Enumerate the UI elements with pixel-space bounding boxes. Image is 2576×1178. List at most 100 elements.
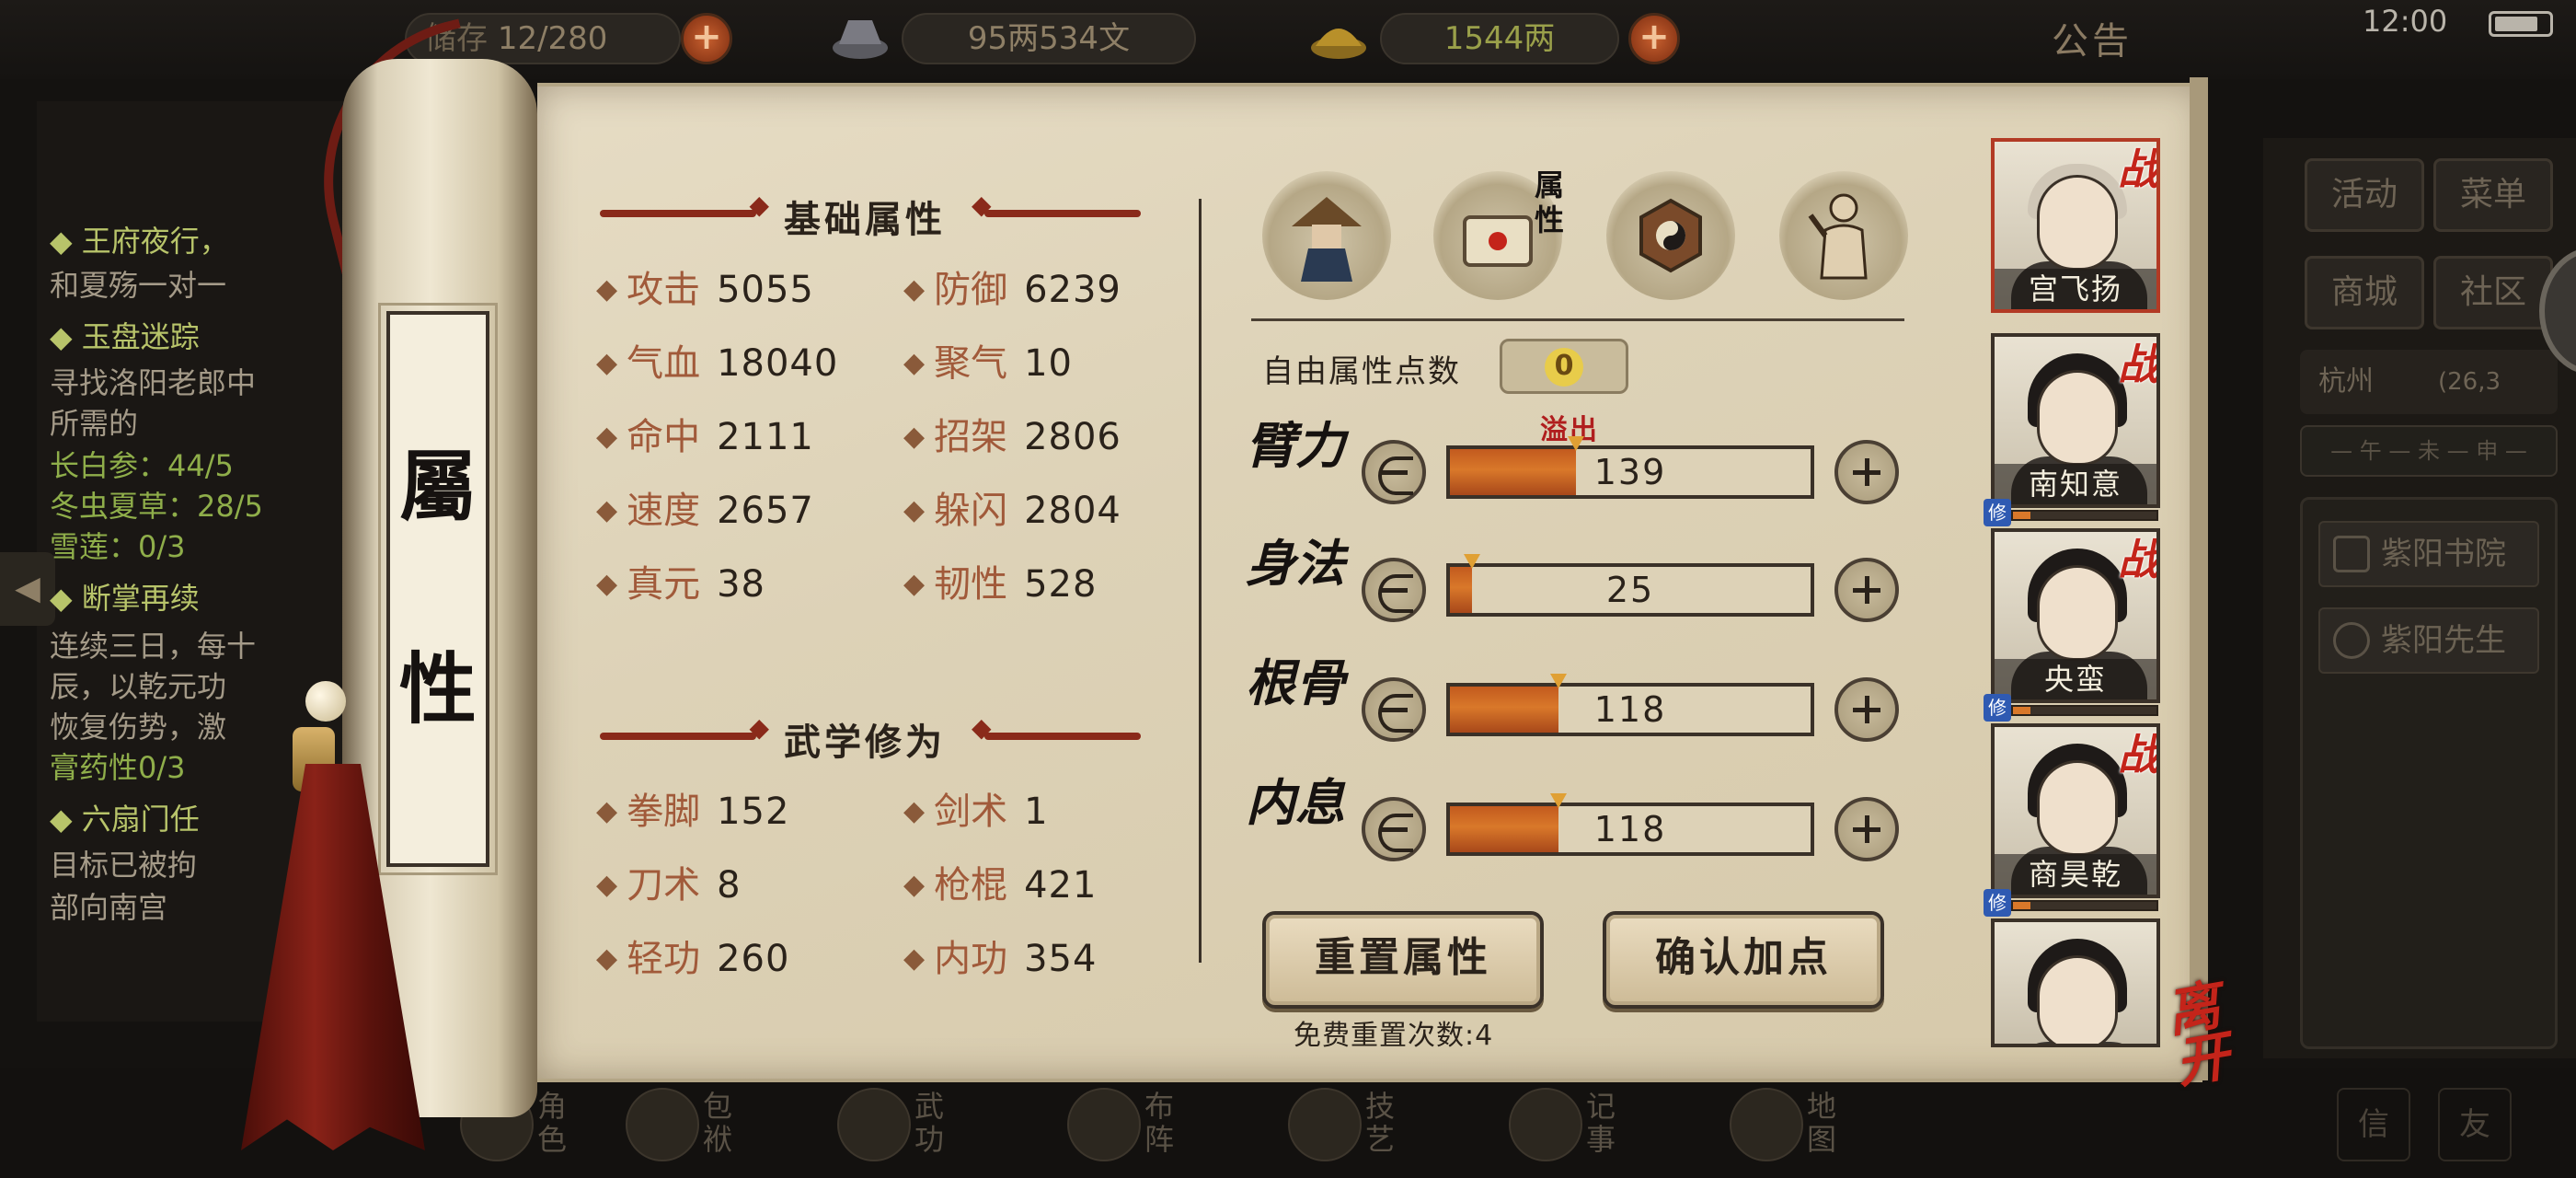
scroll-title-label: 屬 性 bbox=[378, 303, 498, 875]
tab-attribute-label: 属性 bbox=[1535, 167, 1565, 237]
diamond-bullet-icon: ◆ bbox=[903, 273, 926, 306]
time-compass: — 午 — 未 — 申 — bbox=[2300, 425, 2558, 477]
stat-name: 拳脚 bbox=[627, 791, 701, 833]
stat-item: ◆ 攻击 5055 bbox=[596, 267, 814, 313]
stat-item: ◆ 枪棍 421 bbox=[903, 862, 1097, 908]
increase-button[interactable] bbox=[1834, 677, 1899, 742]
decrease-button[interactable] bbox=[1362, 558, 1426, 622]
map-item-master[interactable]: 紫阳先生 bbox=[2318, 607, 2539, 674]
stat-value: 5055 bbox=[717, 269, 814, 311]
quest-title[interactable]: ◆ 断掌再续 bbox=[50, 580, 200, 617]
community-button[interactable]: 社区 bbox=[2433, 256, 2553, 329]
clock: 12:00 bbox=[2363, 4, 2448, 39]
nav-item[interactable]: 包袱 bbox=[626, 1084, 745, 1167]
nav-item[interactable]: 技艺 bbox=[1288, 1084, 1408, 1167]
diamond-bullet-icon: ◆ bbox=[903, 795, 926, 827]
stat-name: 速度 bbox=[627, 490, 701, 532]
nav-item[interactable]: 武功 bbox=[837, 1084, 957, 1167]
attribute-label: 内息 bbox=[1246, 773, 1345, 832]
decrease-button[interactable] bbox=[1362, 677, 1426, 742]
menu-button[interactable]: 菜单 bbox=[2433, 158, 2553, 232]
attribute-value: 118 bbox=[1593, 809, 1667, 849]
header-ornament-right bbox=[972, 712, 1141, 743]
decrease-button[interactable] bbox=[1362, 440, 1426, 504]
cultivate-tag: 修 bbox=[1984, 694, 2011, 722]
battle-tag: 战 bbox=[2118, 340, 2160, 389]
quest-title[interactable]: ◆ 六扇门任 bbox=[50, 801, 200, 837]
meridian-figure-icon[interactable] bbox=[1779, 171, 1908, 300]
battery-icon bbox=[2489, 11, 2553, 37]
quest-text: 冬虫夏草：28/5 bbox=[50, 489, 263, 524]
stat-name: 真元 bbox=[627, 563, 701, 606]
party-member-card[interactable] bbox=[1991, 918, 2160, 1047]
attribute-bar: 118 bbox=[1446, 674, 1814, 736]
increase-button[interactable] bbox=[1834, 797, 1899, 861]
portrait-face bbox=[2037, 565, 2118, 661]
add-storage-button[interactable]: + bbox=[681, 13, 732, 64]
attribute-value: 25 bbox=[1605, 570, 1655, 610]
formation-nav-icon bbox=[1067, 1088, 1141, 1161]
diamond-bullet-icon: ◆ bbox=[596, 795, 618, 827]
quest-text: 部向南宫 bbox=[50, 890, 168, 925]
stat-value: 421 bbox=[1024, 864, 1098, 907]
diamond-bullet-icon: ◆ bbox=[903, 869, 926, 901]
diamond-bullet-icon: ◆ bbox=[596, 494, 618, 526]
reset-attributes-button[interactable]: 重置属性 bbox=[1262, 911, 1544, 1009]
activity-button[interactable]: 活动 bbox=[2305, 158, 2424, 232]
stat-value: 2806 bbox=[1024, 416, 1121, 458]
quest-title[interactable]: ◆ 玉盘迷踪 bbox=[50, 318, 200, 355]
portrait-face bbox=[2037, 955, 2118, 1044]
portrait-face bbox=[2037, 760, 2118, 856]
diamond-bullet-icon: ◆ bbox=[903, 421, 926, 453]
stat-value: 38 bbox=[717, 563, 765, 606]
increase-button[interactable] bbox=[1834, 440, 1899, 504]
stat-value: 354 bbox=[1024, 938, 1098, 980]
confirm-points-button[interactable]: 确认加点 bbox=[1603, 911, 1884, 1009]
location-bar: 杭州 (26,3 bbox=[2300, 350, 2558, 414]
portrait-face bbox=[2037, 175, 2118, 271]
journal-nav-icon bbox=[1509, 1088, 1582, 1161]
nav-label: 武功 bbox=[914, 1089, 945, 1157]
character-hat-icon[interactable] bbox=[1262, 171, 1391, 300]
collapse-quest-arrow-icon[interactable]: ◀ bbox=[0, 552, 55, 626]
free-reset-count: 免费重置次数:4 bbox=[1294, 1020, 1494, 1052]
diamond-bullet-icon: ◆ bbox=[903, 568, 926, 600]
party-member-card[interactable]: 南知意 战 bbox=[1991, 333, 2160, 508]
location-name: 杭州 bbox=[2318, 365, 2374, 398]
quest-text: 和夏殇一对一 bbox=[50, 268, 227, 303]
silver-coin-icon bbox=[828, 11, 892, 66]
add-gold-button[interactable]: + bbox=[1628, 13, 1680, 64]
nav-item[interactable]: 布阵 bbox=[1067, 1084, 1187, 1167]
stat-name: 躲闪 bbox=[934, 490, 1008, 532]
party-member-name: 央蛮 bbox=[1995, 659, 2156, 699]
friends-button[interactable]: 友 bbox=[2438, 1088, 2512, 1161]
quest-title[interactable]: ◆ 王府夜行， bbox=[50, 223, 229, 260]
cultivate-progress-bar bbox=[2011, 705, 2158, 716]
nav-item[interactable]: 记事 bbox=[1509, 1084, 1628, 1167]
map-item-academy[interactable]: 紫阳书院 bbox=[2318, 521, 2539, 587]
decrease-button[interactable] bbox=[1362, 797, 1426, 861]
stat-name: 攻击 bbox=[627, 269, 701, 311]
party-member-card[interactable]: 宫飞扬 战 bbox=[1991, 138, 2160, 313]
stat-name: 韧性 bbox=[934, 563, 1008, 606]
party-member-card[interactable]: 央蛮 战 bbox=[1991, 528, 2160, 703]
increase-button[interactable] bbox=[1834, 558, 1899, 622]
nav-item[interactable]: 地图 bbox=[1730, 1084, 1849, 1167]
shop-button[interactable]: 商城 bbox=[2305, 256, 2424, 329]
stat-item: ◆ 剑术 1 bbox=[903, 789, 1049, 835]
stat-value: 2111 bbox=[717, 416, 814, 458]
party-member-card[interactable]: 商昊乾 战 bbox=[1991, 723, 2160, 898]
stat-value: 260 bbox=[717, 938, 790, 980]
mail-button[interactable]: 信 bbox=[2337, 1088, 2410, 1161]
bagua-icon[interactable] bbox=[1606, 171, 1735, 300]
diamond-bullet-icon: ◆ bbox=[596, 421, 618, 453]
stat-item: ◆ 拳脚 152 bbox=[596, 789, 789, 835]
notice-button[interactable]: 公告 bbox=[2052, 11, 2133, 64]
stat-name: 招架 bbox=[934, 416, 1008, 458]
battle-tag: 战 bbox=[2118, 144, 2160, 194]
stat-value: 2657 bbox=[717, 490, 814, 532]
free-points-box: 0 bbox=[1500, 339, 1628, 394]
header-ornament-left bbox=[600, 712, 769, 743]
stat-name: 内功 bbox=[934, 938, 1008, 980]
stat-name: 命中 bbox=[627, 416, 701, 458]
